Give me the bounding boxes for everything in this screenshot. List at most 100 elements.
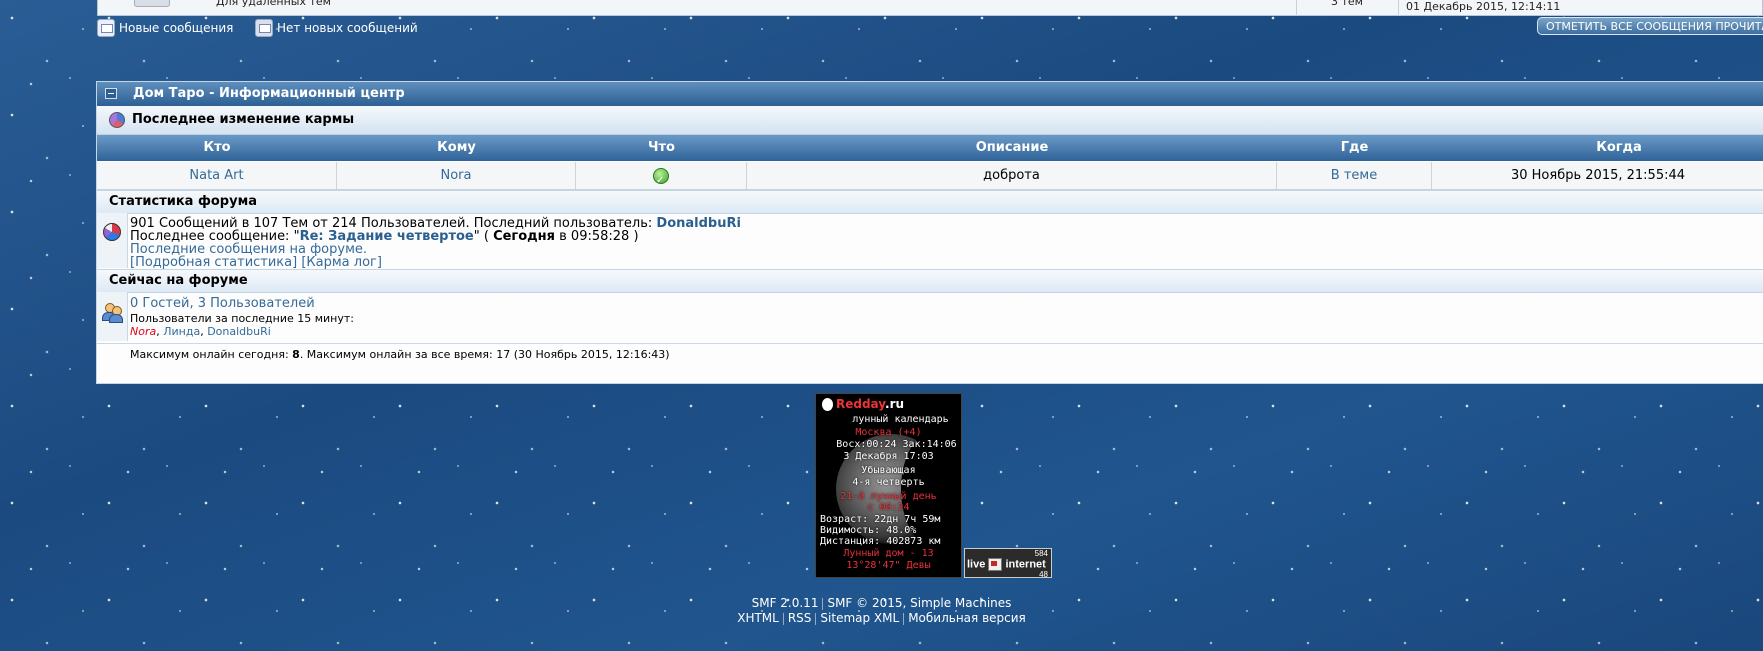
online-icon-column	[97, 292, 128, 341]
last-post-time: в 09:58:28 )	[555, 229, 639, 244]
li-label-b: internet	[1005, 558, 1046, 571]
info-center-title: Дом Таро - Информационный центр	[133, 86, 405, 101]
moon-rise-set: Восх:00:24 Зак:14:06	[836, 439, 957, 450]
detailed-stats-link[interactable]: [Подробная статистика]	[130, 255, 297, 270]
board-description: Для удаленных тем	[216, 0, 331, 8]
max-online-label: Максимум онлайн сегодня:	[130, 348, 293, 361]
last-post-today: Сегодня	[493, 229, 555, 244]
online-users-list: Nora, Линда, DonaldbuRi	[130, 325, 271, 338]
online-count-line: 0 Гостей, 3 Пользователей	[130, 296, 315, 311]
lunar-day-from: с 00:24	[867, 502, 910, 513]
col-description: Описание	[975, 140, 1049, 155]
legend-no-new-label: Нет новых сообщений	[277, 21, 418, 35]
karma-section-title: Последнее изменение кармы	[132, 112, 355, 127]
board-icon-partial	[134, 0, 170, 7]
online-user-link[interactable]: DonaldbuRi	[207, 325, 271, 338]
online-title: Сейчас на форуме	[109, 273, 248, 288]
li-count-top: 584	[1034, 549, 1048, 558]
legend-no-new-messages: Нет новых сообщений	[255, 19, 418, 37]
liveinternet-counter[interactable]: 584 live internet 48	[964, 548, 1052, 579]
legend-new-messages: Новые сообщения	[97, 19, 233, 37]
liveinternet-icon	[988, 558, 1003, 571]
col-whom: Кому	[437, 140, 476, 155]
info-center: Дом Таро - Информационный центр Последне…	[96, 81, 1763, 384]
sitemap-link[interactable]: Sitemap XML	[820, 611, 899, 625]
board-last-date: 01 Декабрь 2015, 12:14:11	[1406, 0, 1561, 13]
max-online-today: 8	[292, 348, 300, 361]
footer-links: XHTML RSS Sitemap XML Мобильная версия	[0, 611, 1763, 625]
info-center-header: Дом Таро - Информационный центр	[97, 82, 1763, 106]
moon-visibility: Видимость: 48.0%	[820, 525, 917, 536]
logo-text-a: Redday	[836, 397, 886, 411]
stats-line-4: [Подробная статистика] [Карма лог]	[130, 255, 382, 270]
footer-separator	[782, 612, 784, 625]
last-post-sep: " (	[473, 229, 494, 244]
legend-new-label: Новые сообщения	[119, 21, 234, 35]
divider	[97, 343, 1763, 344]
moon-calendar-widget[interactable]: Redday.ru лунный календарь Москва (+4) В…	[815, 393, 962, 578]
karma-log-link[interactable]: [Карма лог]	[301, 255, 382, 270]
karma-icon	[109, 112, 125, 128]
footer-copyright: SMF 2.0.11 SMF © 2015, Simple Machines	[0, 596, 1763, 610]
whom-link[interactable]: Nora	[441, 168, 472, 183]
karma-plus-icon	[653, 167, 669, 194]
collapse-icon[interactable]	[105, 88, 117, 99]
max-online-alltime: . Максимум онлайн за все время: 17 (30 Н…	[299, 348, 670, 361]
users-online-icon	[102, 302, 123, 323]
col-where: Где	[1340, 140, 1369, 155]
stats-pie-icon	[103, 223, 121, 241]
table-row: Nata Art Nora доброта В теме 30 Ноябрь 2…	[97, 162, 1763, 194]
redday-logo: Redday.ru	[822, 397, 904, 411]
xhtml-link[interactable]: XHTML	[737, 611, 779, 625]
stats-title: Статистика форума	[109, 194, 257, 209]
board-count: 3 тем	[1331, 0, 1363, 8]
mark-all-read-button[interactable]: ОТМЕТИТЬ ВСЕ СООБЩЕНИЯ ПРОЧИТАННЫМИ	[1537, 17, 1763, 35]
no-new-messages-icon	[255, 19, 273, 37]
moon-phase: Убывающая	[861, 465, 916, 476]
logo-text-b: .ru	[885, 397, 905, 411]
cell-divider	[1398, 0, 1399, 16]
last15-label: Пользователи за последние 15 минут:	[130, 312, 354, 325]
smf-version-link[interactable]: SMF 2.0.11	[752, 596, 819, 610]
col-what: Что	[648, 140, 675, 155]
new-messages-icon	[97, 19, 115, 37]
footer-separator	[903, 612, 905, 625]
karma-section-header: Последнее изменение кармы	[97, 106, 1763, 135]
stats-icon-column	[97, 213, 128, 268]
simple-machines-link[interactable]: SMF © 2015, Simple Machines	[827, 596, 1011, 610]
moon-age: Возраст: 22дн 7ч 59м	[820, 514, 941, 525]
li-label-a: live	[967, 558, 986, 571]
online-user-link[interactable]: Nora	[130, 325, 156, 338]
rss-link[interactable]: RSS	[788, 611, 812, 625]
max-online-line: Максимум онлайн сегодня: 8. Максимум онл…	[130, 348, 670, 361]
li-count-bottom: 48	[1039, 570, 1048, 579]
cell-where: В теме	[1277, 162, 1432, 189]
lunar-house: Лунный дом - 13	[843, 548, 934, 559]
board-row-partial: Для удаленных тем 3 тем 01 Декабрь 2015,…	[97, 0, 1763, 16]
moon-date: 3 Декабря 17:03	[843, 451, 934, 462]
col-when: Когда	[1596, 140, 1642, 155]
who-online-link[interactable]: 0 Гостей, 3 Пользователей	[130, 296, 315, 311]
cell-divider	[1296, 0, 1297, 16]
footer-separator	[822, 597, 824, 610]
li-logo: live internet	[967, 558, 1046, 571]
moon-city: Москва (+4)	[855, 427, 922, 438]
where-link[interactable]: В теме	[1331, 168, 1377, 183]
who-link[interactable]: Nata Art	[189, 168, 243, 183]
cell-description: доброта	[747, 162, 1277, 189]
mobile-version-link[interactable]: Мобильная версия	[908, 611, 1026, 625]
cell-what	[576, 162, 747, 194]
col-who: Кто	[203, 140, 231, 155]
moon-degree: 13°28'47" Девы	[846, 560, 931, 571]
moon-logo-icon	[822, 398, 833, 411]
stats-section-header: Статистика форума	[97, 190, 1763, 214]
karma-table-header: Кто Кому Что Описание Где Когда	[97, 135, 1763, 161]
lunar-day: 21-й лунный день	[840, 491, 937, 502]
moon-quarter: 4-я четверть	[852, 477, 925, 488]
cell-whom: Nora	[337, 162, 576, 189]
moon-distance: Дистанция: 402873 км	[820, 536, 941, 547]
latest-member-link[interactable]: DonaldbuRi	[656, 216, 741, 231]
footer-separator	[815, 612, 817, 625]
online-section-header: Сейчас на форуме	[97, 269, 1763, 293]
online-user-link[interactable]: Линда	[163, 325, 200, 338]
